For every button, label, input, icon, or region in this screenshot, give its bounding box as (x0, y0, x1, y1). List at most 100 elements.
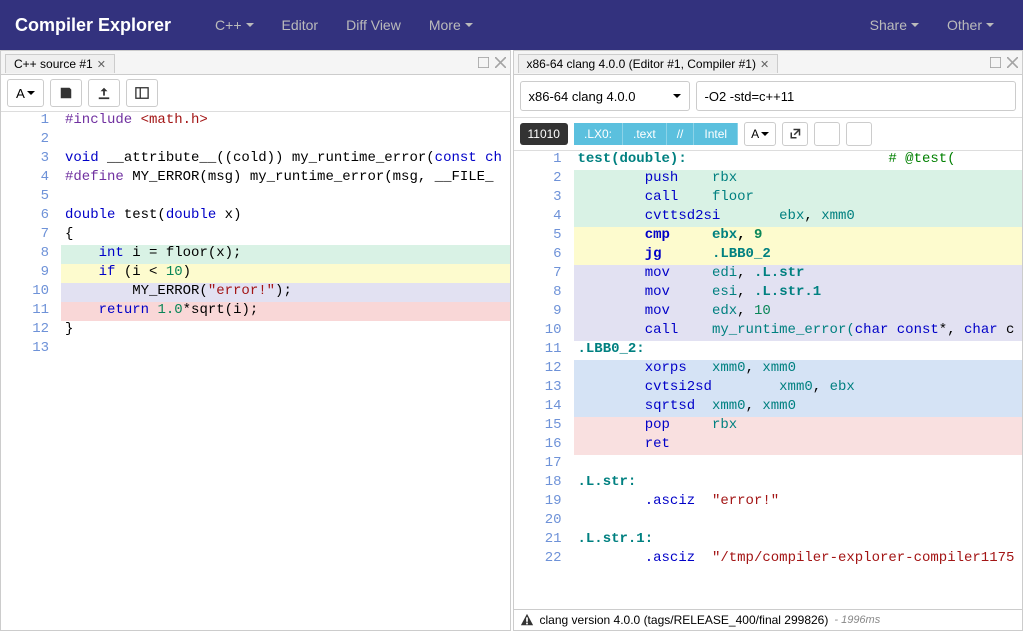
code-line[interactable]: 4 cvttsd2si ebx, xmm0 (514, 208, 1023, 227)
code-line[interactable]: 8 mov esi, .L.str.1 (514, 284, 1023, 303)
line-number: 1 (1, 112, 61, 131)
code-line[interactable]: 19 .asciz "error!" (514, 493, 1023, 512)
toggle-button[interactable] (126, 79, 158, 107)
code-content: { (61, 226, 510, 245)
line-number: 9 (1, 264, 61, 283)
code-line[interactable]: 13 (1, 340, 510, 359)
code-line[interactable]: 1test(double): # @test( (514, 151, 1023, 170)
seg-intel[interactable]: Intel (694, 123, 738, 145)
code-line[interactable]: 2 push rbx (514, 170, 1023, 189)
code-line[interactable]: 10 call my_runtime_error(char const*, ch… (514, 322, 1023, 341)
source-editor[interactable]: 1#include <math.h>23void __attribute__((… (1, 112, 510, 630)
code-line[interactable]: 9 if (i < 10) (1, 264, 510, 283)
code-content: call floor (574, 189, 1023, 208)
line-number: 21 (514, 531, 574, 550)
binary-toggle[interactable]: 11010 (520, 123, 568, 145)
seg-labels[interactable]: .LX0: (574, 123, 623, 145)
code-content (61, 188, 510, 207)
code-content: sqrtsd xmm0, xmm0 (574, 398, 1023, 417)
line-number: 17 (514, 455, 574, 474)
code-line[interactable]: 16 ret (514, 436, 1023, 455)
code-content (574, 455, 1023, 474)
code-line[interactable]: 6 jg .LBB0_2 (514, 246, 1023, 265)
line-number: 16 (514, 436, 574, 455)
seg-comments[interactable]: // (667, 123, 695, 145)
save-button[interactable] (50, 79, 82, 107)
caret-icon (911, 23, 919, 27)
line-number: 10 (514, 322, 574, 341)
code-line[interactable]: 13 cvtsi2sd xmm0, ebx (514, 379, 1023, 398)
nav-other[interactable]: Other (933, 17, 1008, 33)
code-content: return 1.0*sqrt(i); (61, 302, 510, 321)
code-content: .L.str.1: (574, 531, 1023, 550)
line-number: 13 (1, 340, 61, 359)
asm-editor[interactable]: 1test(double): # @test(2 push rbx3 call … (514, 151, 1023, 609)
close-pane-icon[interactable] (1007, 57, 1018, 68)
load-button[interactable] (88, 79, 120, 107)
save-icon (59, 86, 73, 100)
code-line[interactable]: 5 cmp ebx, 9 (514, 227, 1023, 246)
code-line[interactable]: 2 (1, 131, 510, 150)
code-content (574, 512, 1023, 531)
nav-diff[interactable]: Diff View (332, 17, 415, 33)
caret-icon (986, 23, 994, 27)
code-line[interactable]: 12 xorps xmm0, xmm0 (514, 360, 1023, 379)
code-line[interactable]: 6double test(double x) (1, 207, 510, 226)
code-line[interactable]: 5 (1, 188, 510, 207)
maximize-icon[interactable] (478, 57, 489, 68)
code-line[interactable]: 7{ (1, 226, 510, 245)
status-bar: clang version 4.0.0 (tags/RELEASE_400/fi… (514, 609, 1023, 630)
compiler-select[interactable]: x86-64 clang 4.0.0 (520, 81, 690, 111)
code-line[interactable]: 4#define MY_ERROR(msg) my_runtime_error(… (1, 169, 510, 188)
code-line[interactable]: 17 (514, 455, 1023, 474)
code-line[interactable]: 14 sqrtsd xmm0, xmm0 (514, 398, 1023, 417)
code-line[interactable]: 9 mov edx, 10 (514, 303, 1023, 322)
code-line[interactable]: 20 (514, 512, 1023, 531)
code-line[interactable]: 11.LBB0_2: (514, 341, 1023, 360)
code-line[interactable]: 8 int i = floor(x); (1, 245, 510, 264)
close-pane-icon[interactable] (495, 57, 506, 68)
code-line[interactable]: 3 call floor (514, 189, 1023, 208)
close-icon[interactable]: ✕ (760, 58, 769, 71)
code-line[interactable]: 11 return 1.0*sqrt(i); (1, 302, 510, 321)
line-number: 19 (514, 493, 574, 512)
code-content: push rbx (574, 170, 1023, 189)
code-content: jg .LBB0_2 (574, 246, 1023, 265)
code-line[interactable]: 15 pop rbx (514, 417, 1023, 436)
line-number: 22 (514, 550, 574, 569)
code-line[interactable]: 3void __attribute__((cold)) my_runtime_e… (1, 150, 510, 169)
nav-lang[interactable]: C++ (201, 17, 267, 33)
code-line[interactable]: 22 .asciz "/tmp/compiler-explorer-compil… (514, 550, 1023, 569)
compiler-flags-input[interactable] (696, 81, 1017, 111)
font-size-button[interactable]: A (7, 79, 44, 107)
code-line[interactable]: 21.L.str.1: (514, 531, 1023, 550)
line-number: 7 (514, 265, 574, 284)
code-line[interactable]: 7 mov edi, .L.str (514, 265, 1023, 284)
nav-share[interactable]: Share (856, 17, 933, 33)
output-button[interactable] (814, 122, 840, 146)
code-content: .L.str: (574, 474, 1023, 493)
asm-font-button[interactable]: A (744, 122, 776, 146)
code-content: ret (574, 436, 1023, 455)
code-content: .LBB0_2: (574, 341, 1023, 360)
nav-editor[interactable]: Editor (268, 17, 333, 33)
code-line[interactable]: 10 MY_ERROR("error!"); (1, 283, 510, 302)
settings-button[interactable] (846, 122, 872, 146)
code-line[interactable]: 1#include <math.h> (1, 112, 510, 131)
popout-button[interactable] (782, 122, 808, 146)
code-content: cvttsd2si ebx, xmm0 (574, 208, 1023, 227)
brand[interactable]: Compiler Explorer (15, 15, 171, 36)
code-content: cmp ebx, 9 (574, 227, 1023, 246)
line-number: 6 (1, 207, 61, 226)
code-line[interactable]: 18.L.str: (514, 474, 1023, 493)
source-tab[interactable]: C++ source #1 ✕ (5, 54, 115, 73)
seg-text[interactable]: .text (623, 123, 667, 145)
nav-more[interactable]: More (415, 17, 487, 33)
code-line[interactable]: 12} (1, 321, 510, 340)
line-number: 20 (514, 512, 574, 531)
code-content: #define MY_ERROR(msg) my_runtime_error(m… (61, 169, 510, 188)
compiler-tab[interactable]: x86-64 clang 4.0.0 (Editor #1, Compiler … (518, 54, 779, 73)
line-number: 2 (514, 170, 574, 189)
maximize-icon[interactable] (990, 57, 1001, 68)
close-icon[interactable]: ✕ (97, 58, 106, 71)
